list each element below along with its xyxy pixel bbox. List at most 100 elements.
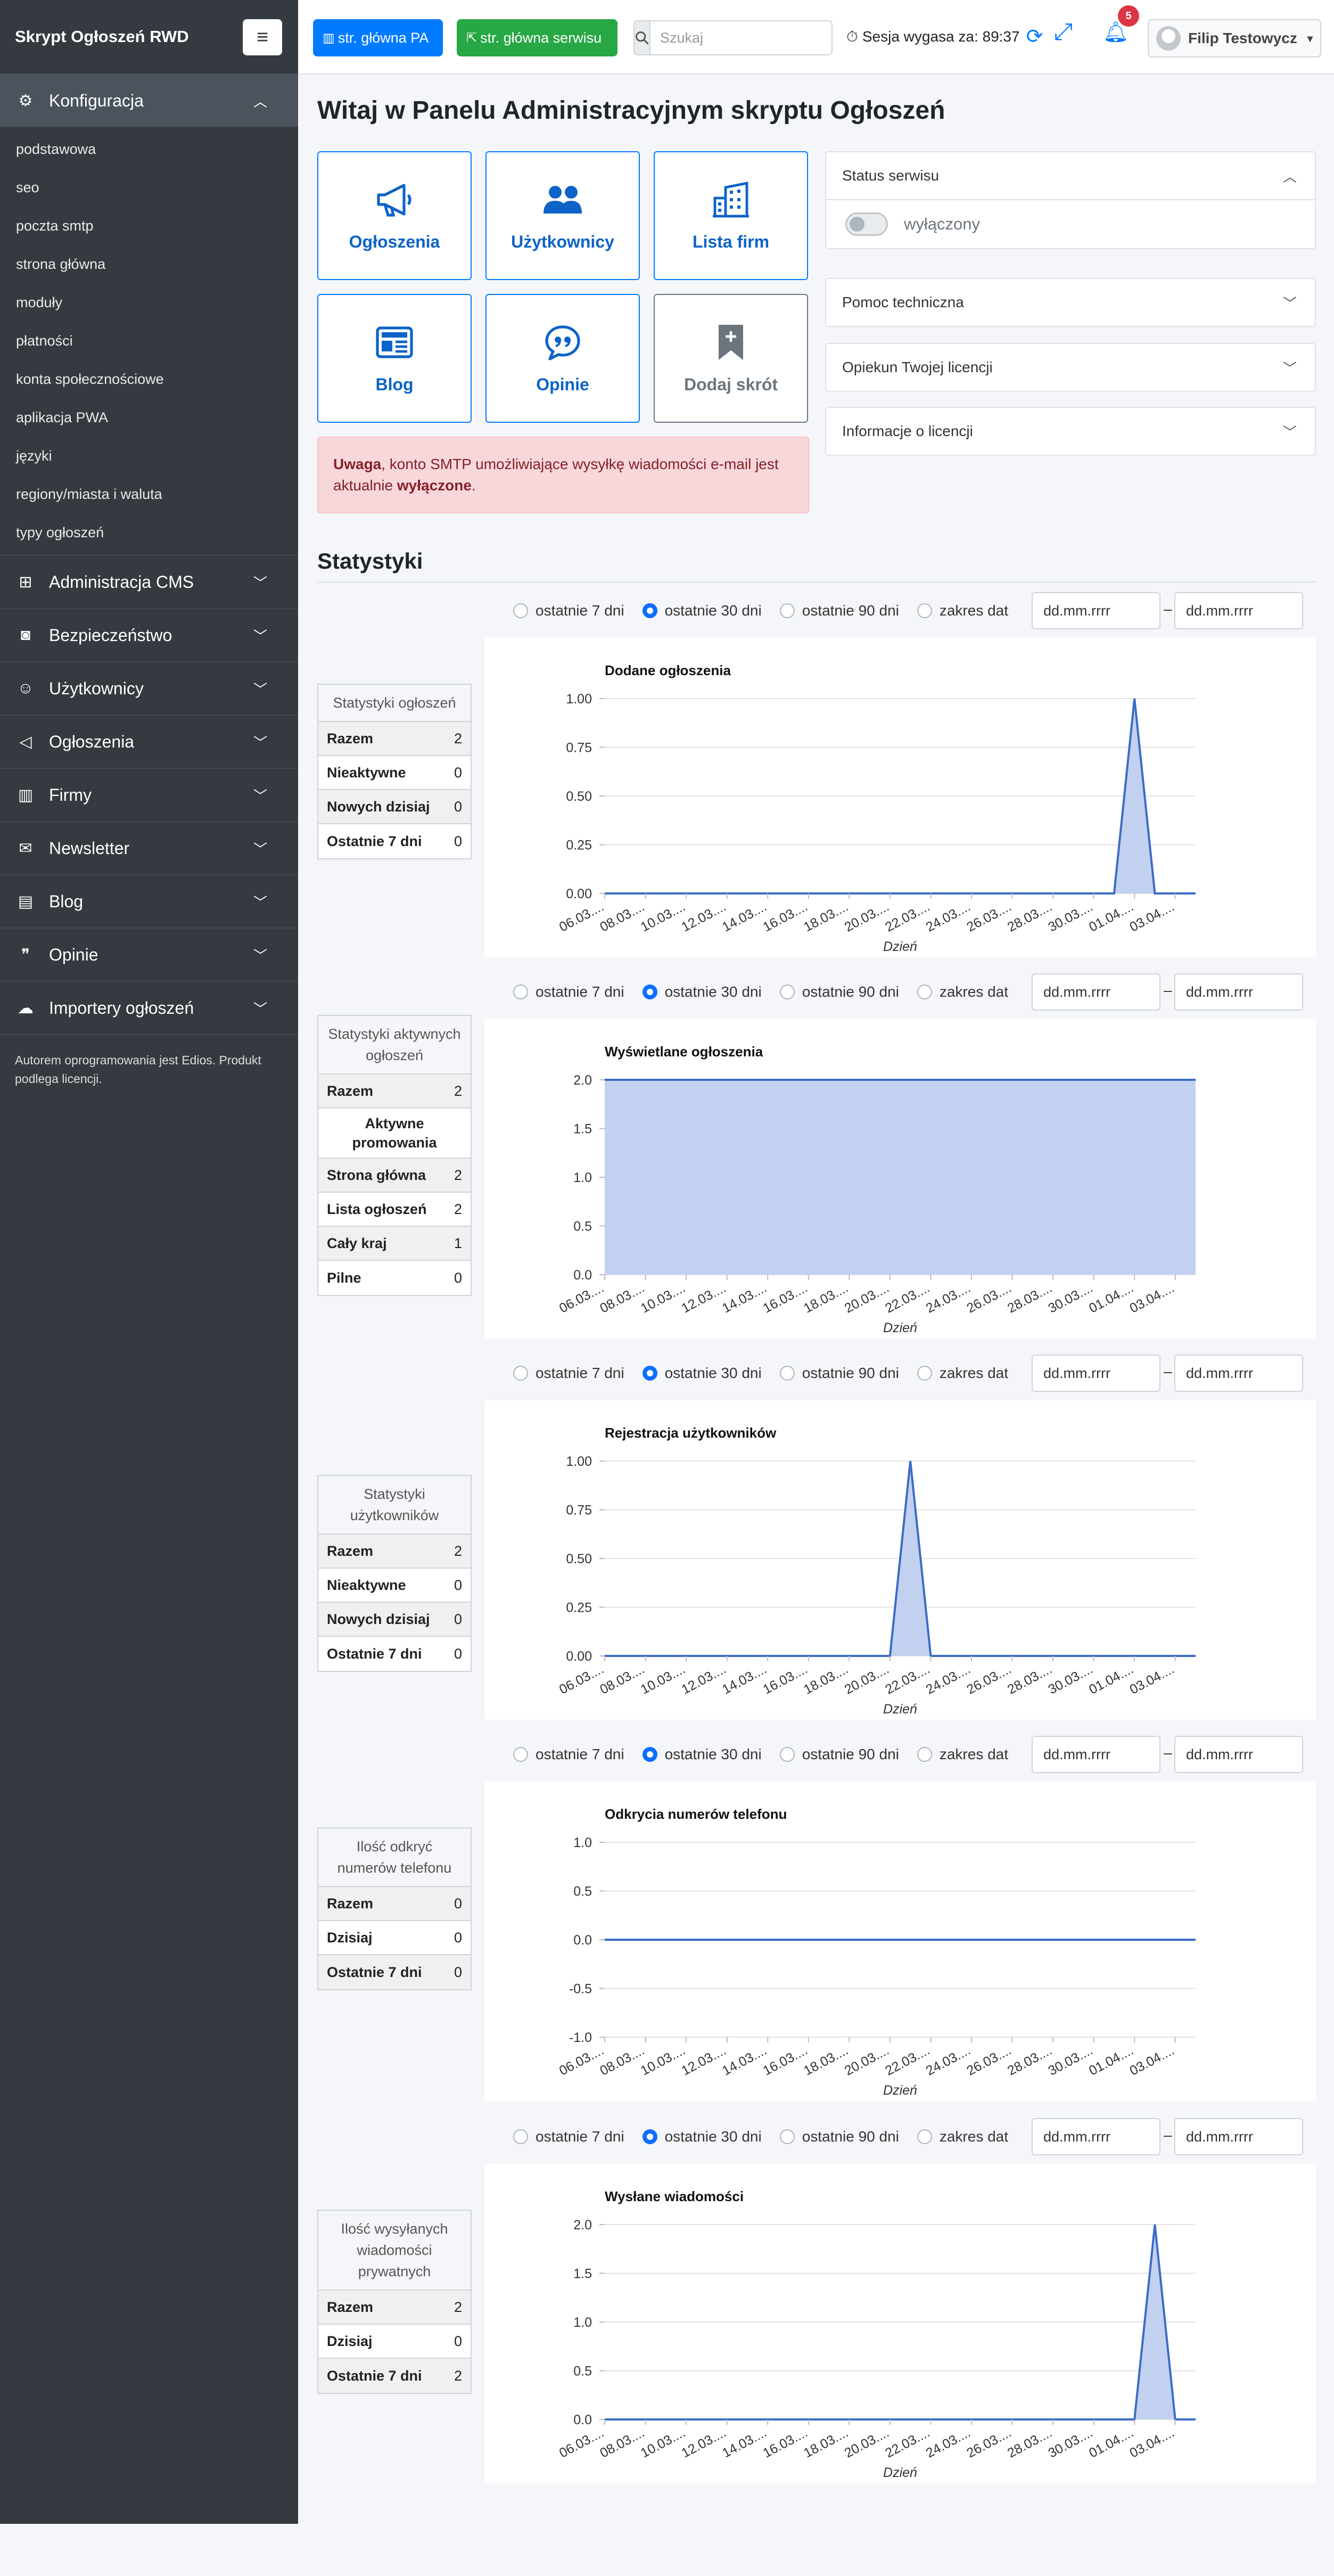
period-radio[interactable]: ostatnie 90 dni <box>779 602 899 619</box>
submenu-item[interactable]: seo <box>0 168 298 207</box>
sidebar-item-bezpieczenstwo[interactable]: ◙ Bezpieczeństwo ﹀ <box>0 608 298 661</box>
period-radio[interactable]: ostatnie 7 dni <box>513 1746 624 1763</box>
sidebar-item-newsletter[interactable]: ✉ Newsletter ﹀ <box>0 821 298 874</box>
period-radio[interactable]: ostatnie 90 dni <box>779 1365 899 1382</box>
period-radio[interactable]: ostatnie 30 dni <box>642 602 762 619</box>
x-tick-label: 06.03.... <box>557 2043 606 2079</box>
sidebar-item-uzytkownicy[interactable]: ☺ Użytkownicy ﹀ <box>0 661 298 715</box>
period-radio[interactable]: ostatnie 30 dni <box>642 1365 762 1382</box>
sidebar-item-blog[interactable]: ▤ Blog ﹀ <box>0 874 298 928</box>
period-radio[interactable]: ostatnie 30 dni <box>642 1746 762 1763</box>
tile-lista-firm[interactable]: Lista firm <box>654 151 808 280</box>
x-tick-label: 26.03.... <box>964 899 1014 935</box>
tile-dodaj-skrot[interactable]: Dodaj skrót <box>654 294 808 423</box>
sidebar-item-konfiguracja[interactable]: ⚙ Konfiguracja ︿ <box>0 75 298 127</box>
period-radio[interactable]: ostatnie 7 dni <box>513 602 624 619</box>
date-from-input[interactable]: dd.mm.rrrr <box>1032 1736 1160 1773</box>
period-radio[interactable]: ostatnie 7 dni <box>513 983 624 1000</box>
accordion-opiekun[interactable]: Opiekun Twojej licencji ﹀ <box>825 343 1316 392</box>
stat-value: 0 <box>454 764 462 781</box>
x-tick-label: 01.04.... <box>1086 2425 1136 2461</box>
home-pa-button[interactable]: ▥ str. główna PA <box>313 19 443 56</box>
chart-svg: Odkrycia numerów telefonu -1.0 -0.5 0.0 0.5 1… <box>557 1806 1196 2098</box>
tile-opinie[interactable]: Opinie <box>485 294 640 423</box>
x-axis-label: Dzień <box>883 2083 917 2098</box>
search-button[interactable] <box>635 21 650 54</box>
sidebar-item-importery[interactable]: ☁ Importery ogłoszeń ﹀ <box>0 981 298 1034</box>
tile-blog[interactable]: Blog <box>317 294 472 423</box>
sidebar-item-administracja-cms[interactable]: ⊞ Administracja CMS ﹀ <box>0 555 298 608</box>
submenu-item[interactable]: moduły <box>0 283 298 322</box>
period-radio[interactable]: zakres dat <box>917 2128 1008 2145</box>
period-radio[interactable]: zakres dat <box>917 983 1008 1000</box>
date-to-input[interactable]: dd.mm.rrrr <box>1174 1355 1303 1392</box>
date-from-input[interactable]: dd.mm.rrrr <box>1032 2118 1160 2155</box>
submenu-item[interactable]: strona główna <box>0 245 298 283</box>
x-tick-label: 20.03.... <box>842 2425 892 2461</box>
tile-ogloszenia[interactable]: Ogłoszenia <box>317 151 472 280</box>
submenu-item[interactable]: konta społecznościowe <box>0 360 298 398</box>
accordion-label: Opiekun Twojej licencji <box>842 359 993 375</box>
search-input[interactable] <box>650 21 831 54</box>
radio-circle <box>642 2129 657 2144</box>
period-radio[interactable]: ostatnie 7 dni <box>513 2128 624 2145</box>
date-from-input[interactable]: dd.mm.rrrr <box>1032 1355 1160 1392</box>
submenu-item[interactable]: poczta smtp <box>0 207 298 245</box>
submenu-item[interactable]: typy ogłoszeń <box>0 513 298 552</box>
x-tick-label: 30.03.... <box>1046 2043 1096 2079</box>
sidebar: Skrypt Ogłoszeń RWD ≡ ⚙ Konfiguracja ︿ p… <box>0 0 298 2524</box>
accordion-header[interactable]: Opiekun Twojej licencji ﹀ <box>826 344 1315 391</box>
date-to-input[interactable]: dd.mm.rrrr <box>1174 1736 1303 1773</box>
x-tick-label: 24.03.... <box>924 2043 973 2079</box>
stat-value: 0 <box>454 1895 462 1912</box>
sidebar-item-opinie[interactable]: ❞ Opinie ﹀ <box>0 928 298 981</box>
stat-row: Lista ogłoszeń 2 <box>318 1193 471 1227</box>
period-radio[interactable]: ostatnie 90 dni <box>779 2128 899 2145</box>
status-panel-header[interactable]: Status serwisu ︿ <box>826 152 1315 199</box>
sidebar-item-firmy[interactable]: ▥ Firmy ﹀ <box>0 768 298 821</box>
radio-circle <box>779 603 795 618</box>
submenu-item[interactable]: podstawowa <box>0 130 298 168</box>
x-tick-label: 30.03.... <box>1046 1281 1096 1316</box>
x-tick-label: 12.03.... <box>679 1662 729 1697</box>
date-from-input[interactable]: dd.mm.rrrr <box>1032 592 1160 629</box>
date-to-input[interactable]: dd.mm.rrrr <box>1174 592 1303 629</box>
period-radio[interactable]: ostatnie 90 dni <box>779 1746 899 1763</box>
stat-value: 0 <box>454 1611 462 1627</box>
period-radio[interactable]: ostatnie 30 dni <box>642 2128 762 2145</box>
stat-value: 2 <box>454 2367 462 2384</box>
period-radio[interactable]: ostatnie 90 dni <box>779 983 899 1000</box>
submenu-item[interactable]: płatności <box>0 322 298 360</box>
status-toggle[interactable] <box>845 212 888 236</box>
y-tick-label: -0.5 <box>569 1982 592 1997</box>
sidebar-item-ogloszenia[interactable]: ◁ Ogłoszenia ﹀ <box>0 715 298 768</box>
accordion-licencja[interactable]: Informacje o licencji ﹀ <box>825 407 1316 456</box>
date-to-input[interactable]: dd.mm.rrrr <box>1174 2118 1303 2155</box>
submenu-item[interactable]: języki <box>0 437 298 475</box>
period-radio[interactable]: zakres dat <box>917 1365 1008 1382</box>
period-radio[interactable]: zakres dat <box>917 602 1008 619</box>
menu-toggle-button[interactable]: ≡ <box>243 19 282 55</box>
submenu-item[interactable]: regiony/miasta i waluta <box>0 475 298 513</box>
user-name: Filip Testowycz <box>1188 30 1297 46</box>
y-tick-label: 0.25 <box>566 1601 592 1615</box>
chevron-down-icon: ﹀ <box>253 628 267 644</box>
date-from-input[interactable]: dd.mm.rrrr <box>1032 973 1160 1011</box>
period-radio[interactable]: ostatnie 30 dni <box>642 983 762 1000</box>
date-to-input[interactable]: dd.mm.rrrr <box>1174 973 1303 1011</box>
fullscreen-icon[interactable]: ⤢ <box>1054 20 1073 44</box>
tile-uzytkownicy[interactable]: Użytkownicy <box>485 151 640 280</box>
accordion-pomoc[interactable]: Pomoc techniczna ﹀ <box>825 278 1316 327</box>
radio-label: ostatnie 90 dni <box>802 983 899 1000</box>
refresh-icon[interactable]: ⟳ <box>1026 27 1043 47</box>
period-radio[interactable]: ostatnie 7 dni <box>513 1365 624 1382</box>
stat-value: 2 <box>454 730 462 746</box>
user-menu-button[interactable]: Filip Testowycz ▾ <box>1148 19 1321 58</box>
submenu-item[interactable]: aplikacja PWA <box>0 398 298 437</box>
x-tick-label: 12.03.... <box>679 899 729 935</box>
period-radio[interactable]: zakres dat <box>917 1746 1008 1763</box>
accordion-header[interactable]: Pomoc techniczna ﹀ <box>826 279 1315 326</box>
accordion-header[interactable]: Informacje o licencji ﹀ <box>826 408 1315 455</box>
x-axis-label: Dzień <box>883 1702 917 1717</box>
home-site-button[interactable]: ⇱ str. główna serwisu <box>457 19 617 56</box>
